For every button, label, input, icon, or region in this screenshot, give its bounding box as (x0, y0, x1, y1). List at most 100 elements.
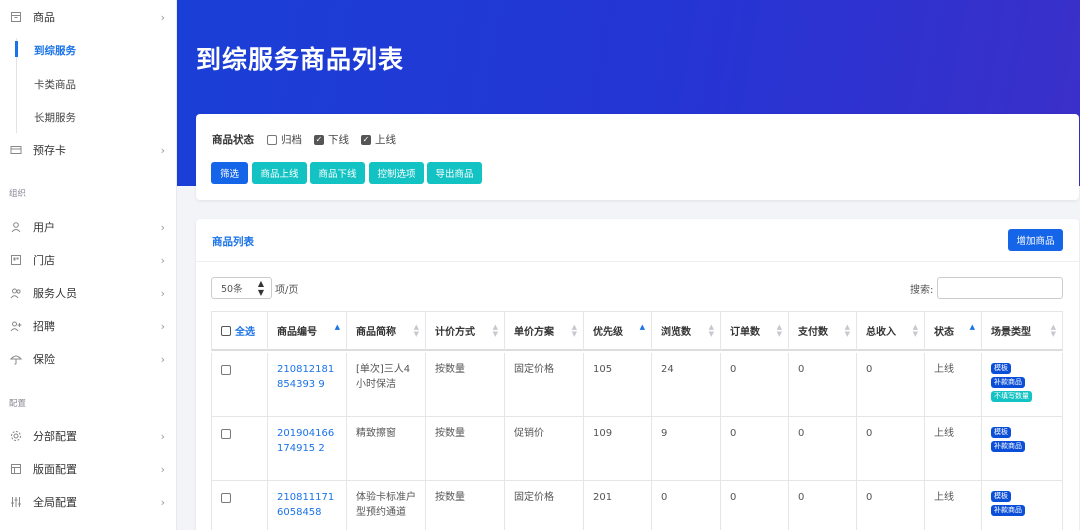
sidebar-item-goods[interactable]: 商品 › (0, 5, 177, 29)
cell-id[interactable]: 2108111716058458 (268, 481, 347, 530)
sidebar-item-label: 用户 (33, 221, 55, 234)
row-checkbox[interactable] (221, 365, 231, 375)
sort-asc-icon: ▲ (639, 323, 645, 331)
set-online-button[interactable]: 商品上线 (252, 162, 307, 184)
row-checkbox[interactable] (221, 493, 231, 503)
sidebar-item-label: 保险 (33, 353, 55, 366)
cell-id[interactable]: 210812181854393 9 (268, 353, 347, 416)
sidebar-subitem-label: 卡类商品 (34, 78, 76, 91)
sort-asc-icon: ▲ (334, 323, 340, 331)
cell-pricing: 按数量 (426, 481, 505, 530)
column-header-views[interactable]: 浏览数 ▲ ▼ (652, 311, 721, 351)
control-options-button[interactable]: 控制选项 (369, 162, 424, 184)
column-header-id[interactable]: 商品编号 ▲ (268, 311, 347, 351)
column-header-scene[interactable]: 场景类型 ▲ ▼ (982, 311, 1063, 351)
column-header-income[interactable]: 总收入 ▲ ▼ (857, 311, 925, 351)
filter-option-offline[interactable]: ✓ 下线 (314, 132, 349, 147)
chevron-right-icon: › (160, 429, 165, 443)
set-offline-button[interactable]: 商品下线 (310, 162, 365, 184)
column-header-name[interactable]: 商品简称 ▲ ▼ (347, 311, 426, 351)
sidebar-subitem-cards[interactable]: 卡类商品 (0, 73, 177, 95)
cell-paid: 0 (789, 353, 857, 416)
table-row: 210812181854393 9 [单次]三人4小时保洁 按数量 固定价格 1… (211, 353, 1063, 417)
column-header-label: 计价方式 (435, 327, 475, 338)
sidebar-item-recruit[interactable]: 招聘 › (0, 314, 177, 338)
sidebar-item-label: 门店 (33, 254, 55, 267)
column-header-orders[interactable]: 订单数 ▲ ▼ (721, 311, 789, 351)
sidebar-subitem-longterm[interactable]: 长期服务 (0, 106, 177, 128)
cell-status: 上线 (925, 481, 982, 530)
cell-pricing: 按数量 (426, 353, 505, 416)
column-header-paid[interactable]: 支付数 ▲ ▼ (789, 311, 857, 351)
cell-scene: 模板 补款商品 (982, 481, 1063, 530)
chevron-right-icon: › (160, 10, 165, 24)
sidebar-item-global-config[interactable]: 全局配置 › (0, 490, 177, 514)
sort-asc-icon: ▲ (969, 323, 975, 331)
cell-scene: 模板 补款商品 不填写数量 (982, 353, 1063, 416)
checkbox-label: 下线 (328, 134, 349, 146)
select-all-checkbox[interactable] (221, 325, 231, 336)
cell-views: 0 (652, 481, 721, 530)
filter-option-online[interactable]: ✓ 上线 (361, 132, 396, 147)
sidebar-item-stores[interactable]: 门店 › (0, 248, 177, 272)
page-size-select[interactable]: 50条 ▲ ▼ (211, 277, 272, 299)
row-checkbox[interactable] (221, 429, 231, 439)
sidebar-subitem-service[interactable]: 到综服务 (0, 39, 177, 61)
checkbox-checked[interactable]: ✓ (361, 134, 371, 145)
column-header-plan[interactable]: 单价方案 ▲ ▼ (505, 311, 584, 351)
column-header-label: 浏览数 (661, 327, 691, 338)
sidebar-item-prepaid[interactable]: 预存卡 › (0, 138, 177, 162)
column-header-label: 支付数 (798, 327, 828, 338)
cell-name: 体验卡标准户型预约通道 (347, 481, 426, 530)
tag-supplement: 补款商品 (991, 377, 1025, 388)
cell-name: 精致擦窗 (347, 417, 426, 480)
filter-card: 商品状态 归档 ✓ 下线 ✓ 上线 筛选 商品上线 商品下线 控制选项 导出商品 (196, 114, 1079, 200)
sort-icon: ▲ ▼ (413, 323, 419, 338)
sort-icon: ▲ ▼ (708, 323, 714, 338)
checkbox[interactable] (267, 134, 277, 145)
card-icon (9, 144, 22, 157)
chevron-right-icon: › (160, 143, 165, 157)
sidebar-item-branch-config[interactable]: 分部配置 › (0, 424, 177, 448)
filter-option-archived[interactable]: 归档 (267, 132, 302, 147)
row-select-cell[interactable] (211, 481, 268, 530)
column-header-pricing[interactable]: 计价方式 ▲ ▼ (426, 311, 505, 351)
sort-icon: ▲ ▼ (844, 323, 850, 338)
sidebar-item-insurance[interactable]: 保险 › (0, 347, 177, 371)
add-goods-button[interactable]: 增加商品 (1008, 229, 1063, 251)
chevron-right-icon: › (160, 253, 165, 267)
sidebar-item-staff[interactable]: 服务人员 › (0, 281, 177, 305)
row-select-cell[interactable] (211, 417, 268, 480)
store-icon (9, 254, 22, 267)
sidebar-item-label: 服务人员 (33, 287, 77, 300)
filter-button[interactable]: 筛选 (211, 162, 248, 184)
umbrella-icon (9, 353, 22, 366)
layout-icon (9, 463, 22, 476)
chevron-right-icon: › (160, 220, 165, 234)
checkbox-checked[interactable]: ✓ (314, 134, 324, 145)
search-input[interactable] (937, 277, 1063, 299)
list-title: 商品列表 (212, 236, 254, 248)
column-header-label: 商品编号 (277, 327, 317, 338)
gear-icon (9, 430, 22, 443)
tag-template: 模板 (991, 491, 1011, 502)
divider (196, 261, 1079, 262)
cell-name: [单次]三人4小时保洁 (347, 353, 426, 416)
cell-income: 0 (857, 481, 925, 530)
chevron-right-icon: › (160, 352, 165, 366)
filter-status-label: 商品状态 (212, 134, 254, 146)
sidebar-item-layout-config[interactable]: 版面配置 › (0, 457, 177, 481)
select-all-header[interactable]: 全选 (211, 311, 268, 351)
cell-id[interactable]: 201904166174915 2 (268, 417, 347, 480)
cell-status: 上线 (925, 353, 982, 416)
sidebar-item-users[interactable]: 用户 › (0, 215, 177, 239)
column-header-status[interactable]: 状态 ▲ (925, 311, 982, 351)
column-header-label: 状态 (934, 327, 954, 338)
column-header-priority[interactable]: 优先级 ▲ (584, 311, 652, 351)
export-goods-button[interactable]: 导出商品 (427, 162, 482, 184)
cell-priority: 201 (584, 481, 652, 530)
column-header-label: 总收入 (866, 327, 896, 338)
chevron-right-icon: › (160, 286, 165, 300)
row-select-cell[interactable] (211, 353, 268, 416)
search-label: 搜索: (910, 285, 934, 296)
